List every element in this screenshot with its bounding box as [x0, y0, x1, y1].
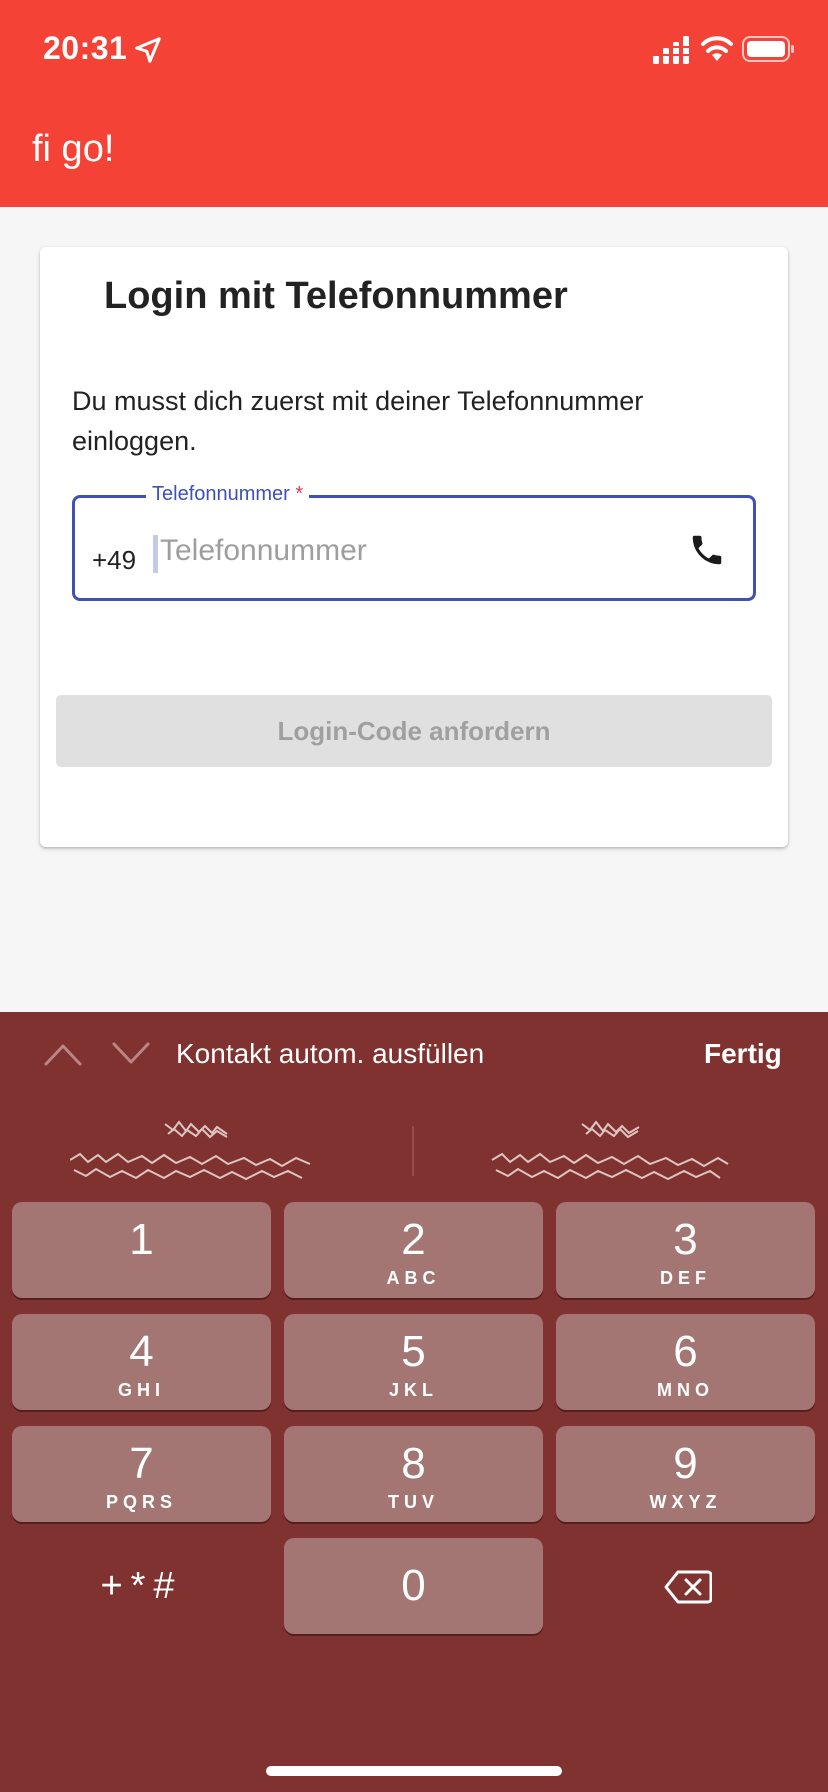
key-letters: GHI: [117, 1380, 165, 1400]
key-letters: JKL: [388, 1380, 438, 1400]
key-letters: DEF: [660, 1268, 711, 1288]
numeric-keyboard: Kontakt autom. ausfüllen Fertig 1 2 ABC …: [0, 1012, 828, 1792]
app-title: fi go!: [32, 128, 115, 170]
field-label: Telefonnummer *: [146, 481, 310, 507]
field-label-text: Telefonnummer: [152, 483, 290, 505]
key-digit: 7: [129, 1439, 154, 1488]
app-bar: 20:31 fi go!: [0, 0, 828, 207]
cellular-signal-icon: [653, 36, 689, 64]
key-digit: 6: [673, 1327, 698, 1376]
key-letters: TUV: [388, 1492, 439, 1512]
done-button[interactable]: Fertig: [704, 1038, 782, 1070]
redacted-suggestion-icon: [491, 1120, 729, 1181]
location-arrow-icon: [135, 37, 161, 63]
key-digit: 2: [401, 1215, 426, 1264]
backspace-icon: [664, 1570, 712, 1604]
key-digit: 5: [401, 1327, 426, 1376]
wifi-icon: [701, 36, 733, 61]
key-symbols[interactable]: +*#: [12, 1538, 271, 1634]
key-letters: MNO: [657, 1380, 714, 1400]
status-time: 20:31: [43, 30, 128, 66]
key-2[interactable]: 2 ABC: [284, 1202, 543, 1298]
country-code-prefix: +49: [92, 545, 137, 575]
key-digit: 9: [673, 1439, 698, 1488]
key-7[interactable]: 7 PQRS: [12, 1426, 271, 1522]
key-6[interactable]: 6 MNO: [556, 1314, 815, 1410]
required-marker: *: [295, 483, 304, 505]
redacted-suggestion-icon: [69, 1120, 311, 1181]
key-1[interactable]: 1: [12, 1202, 271, 1298]
battery-icon: [742, 36, 794, 62]
key-digit: 8: [401, 1439, 426, 1488]
key-letters: WXYZ: [649, 1492, 722, 1512]
key-digit: 4: [129, 1327, 154, 1376]
key-4[interactable]: 4 GHI: [12, 1314, 271, 1410]
key-digit: 1: [129, 1215, 154, 1264]
key-letters: ABC: [386, 1268, 441, 1288]
login-card: Login mit Telefonnummer Du musst dich zu…: [40, 247, 788, 847]
contact-suggestion-left[interactable]: [69, 1112, 350, 1192]
delete-key[interactable]: [556, 1538, 815, 1634]
chevron-down-icon[interactable]: [112, 1042, 150, 1066]
key-5[interactable]: 5 JKL: [284, 1314, 543, 1410]
keyboard-accessory-bar: Kontakt autom. ausfüllen Fertig: [0, 1012, 828, 1102]
key-8[interactable]: 8 TUV: [284, 1426, 543, 1522]
autofill-contact-button[interactable]: Kontakt autom. ausfüllen: [176, 1038, 484, 1070]
key-letters: PQRS: [105, 1492, 177, 1512]
phone-number-field[interactable]: Telefonnummer * +49: [72, 481, 756, 601]
key-digit: 3: [673, 1215, 698, 1264]
phone-icon: [692, 535, 722, 565]
contact-suggestion-right[interactable]: [490, 1112, 770, 1192]
card-title: Login mit Telefonnummer: [104, 275, 568, 317]
key-9[interactable]: 9 WXYZ: [556, 1426, 815, 1522]
chevron-up-icon[interactable]: [44, 1042, 82, 1066]
key-0[interactable]: 0: [284, 1538, 543, 1634]
card-description: Du musst dich zuerst mit deiner Telefonn…: [72, 386, 644, 456]
phone-number-input[interactable]: [152, 529, 620, 573]
home-indicator[interactable]: [266, 1766, 562, 1776]
suggestion-divider: [412, 1126, 414, 1176]
key-3[interactable]: 3 DEF: [556, 1202, 815, 1298]
request-login-code-button[interactable]: Login-Code anfordern: [56, 695, 772, 767]
key-digit: 0: [401, 1561, 426, 1610]
